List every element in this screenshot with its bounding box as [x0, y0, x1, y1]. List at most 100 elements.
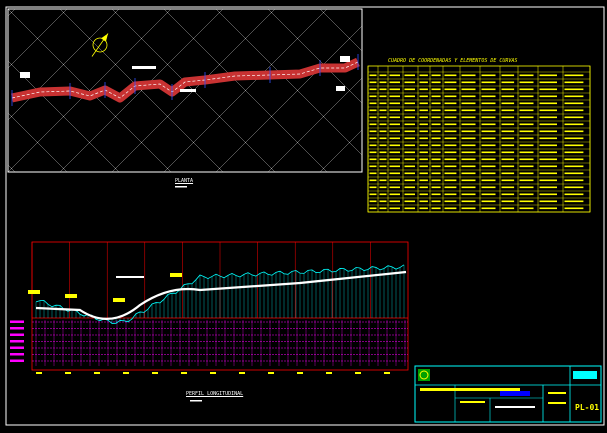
- table-cell: [431, 109, 441, 112]
- table-cell: [481, 186, 496, 189]
- table-cell: [564, 130, 584, 133]
- table-cell: [431, 130, 441, 133]
- table-cell: [419, 186, 428, 189]
- band-label: [10, 340, 24, 343]
- pi-marker: [170, 273, 182, 277]
- table-cell: [444, 200, 457, 203]
- table-cell: [461, 74, 476, 77]
- table-cell: [481, 116, 496, 119]
- table-cell: [369, 193, 377, 196]
- table-cell: [419, 102, 428, 105]
- grid-line: [372, 9, 535, 172]
- table-cell: [431, 186, 441, 189]
- table-cell: [404, 186, 415, 189]
- table-cell: [389, 81, 400, 84]
- table-cell: [519, 158, 534, 161]
- longitudinal-profile: [10, 186, 409, 402]
- table-cell: [404, 193, 415, 196]
- station-label: [297, 372, 303, 374]
- table-cell: [481, 151, 496, 154]
- table-cell: [461, 130, 476, 133]
- table-cell: [389, 151, 400, 154]
- table-cell: [564, 151, 584, 154]
- plan-scale-bar: [175, 186, 187, 188]
- table-cell: [501, 165, 515, 168]
- table-cell: [539, 207, 557, 210]
- scale-bar: [190, 400, 202, 402]
- table-cell: [419, 207, 428, 210]
- table-cell: [444, 144, 457, 147]
- table-cell: [564, 137, 584, 140]
- plan-marker-left: [20, 72, 30, 78]
- table-cell: [369, 137, 377, 140]
- table-cell: [501, 207, 515, 210]
- table-cell: [419, 193, 428, 196]
- table-cell: [379, 116, 387, 119]
- table-cell: [379, 102, 387, 105]
- table-cell: [431, 137, 441, 140]
- table-cell: [481, 137, 496, 140]
- table-cell: [419, 123, 428, 126]
- table-cell: [389, 88, 400, 91]
- table-cell: [444, 193, 457, 196]
- table-cell: [389, 130, 400, 133]
- table-cell: [369, 186, 377, 189]
- table-cell: [431, 102, 441, 105]
- table-cell: [564, 165, 584, 168]
- table-cell: [519, 144, 534, 147]
- table-cell: [501, 130, 515, 133]
- table-cell: [501, 81, 515, 84]
- table-cell: [564, 95, 584, 98]
- table-cell: [539, 144, 557, 147]
- station-label: [123, 372, 129, 374]
- table-cell: [379, 193, 387, 196]
- table-cell: [379, 81, 387, 84]
- table-cell: [431, 193, 441, 196]
- table-cell: [404, 102, 415, 105]
- table-cell: [461, 158, 476, 161]
- table-cell: [539, 172, 557, 175]
- table-cell: [444, 81, 457, 84]
- table-cell: [519, 186, 534, 189]
- table-cell: [481, 158, 496, 161]
- station-label: [152, 372, 158, 374]
- table-cell: [404, 137, 415, 140]
- table-cell: [461, 116, 476, 119]
- table-cell: [501, 158, 515, 161]
- table-cell: [369, 123, 377, 126]
- grid-line: [372, 9, 535, 172]
- table-cell: [461, 102, 476, 105]
- table-cell: [379, 74, 387, 77]
- table-cell: [419, 130, 428, 133]
- table-cell: [501, 123, 515, 126]
- table-cell: [501, 200, 515, 203]
- table-cell: [501, 179, 515, 182]
- table-cell: [379, 130, 387, 133]
- table-cell: [501, 116, 515, 119]
- table-cell: [519, 179, 534, 182]
- table-cell: [389, 123, 400, 126]
- table-cell: [501, 137, 515, 140]
- table-cell: [419, 81, 428, 84]
- table-cell: [481, 179, 496, 182]
- table-cell: [404, 81, 415, 84]
- table-cell: [404, 144, 415, 147]
- table-cell: [389, 158, 400, 161]
- table-cell: [564, 179, 584, 182]
- table-cell: [369, 158, 377, 161]
- table-cell: [379, 165, 387, 168]
- table-cell: [404, 130, 415, 133]
- table-cell: [379, 179, 387, 182]
- table-cell: [501, 88, 515, 91]
- plan-marker-right: [340, 56, 350, 62]
- table-cell: [389, 186, 400, 189]
- table-cell: [404, 116, 415, 119]
- table-cell: [369, 172, 377, 175]
- plan-marker-end: [336, 86, 345, 91]
- table-cell: [481, 130, 496, 133]
- table-cell: [419, 158, 428, 161]
- table-cell: [539, 165, 557, 168]
- table-cell: [444, 95, 457, 98]
- grid-line: [476, 9, 607, 172]
- table-cell: [461, 193, 476, 196]
